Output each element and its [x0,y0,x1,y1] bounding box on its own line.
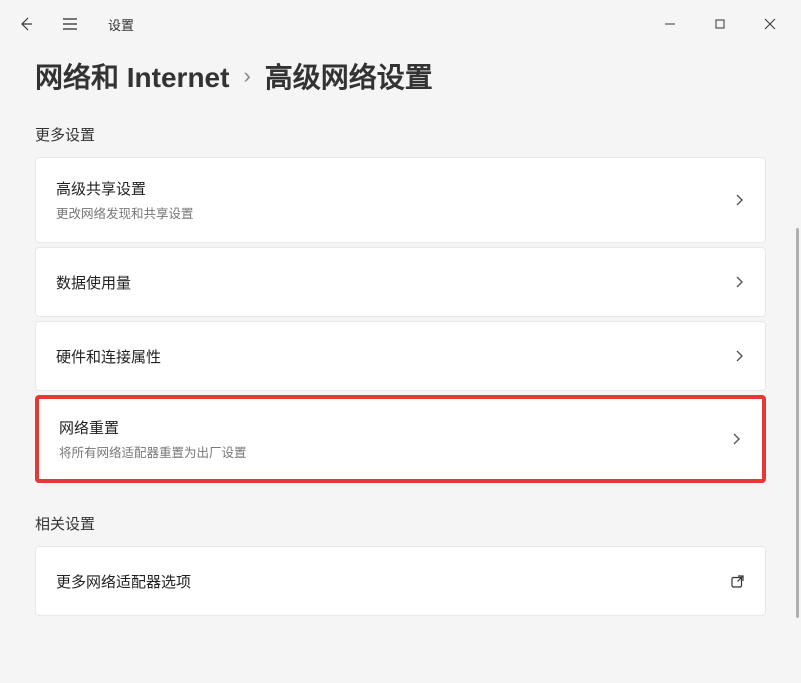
hamburger-icon [62,17,78,31]
chevron-right-icon [730,432,742,446]
scrollbar[interactable] [793,48,799,681]
titlebar-left: 设置 [8,6,134,42]
section-header-related-settings: 相关设置 [35,513,766,534]
more-settings-list: 高级共享设置 更改网络发现和共享设置 数据使用量 硬件和连接属性 [35,157,766,483]
minimize-button[interactable] [647,8,693,40]
maximize-icon [714,18,726,30]
window-controls [647,8,793,40]
close-icon [764,18,776,30]
titlebar: 设置 [0,0,801,48]
minimize-icon [664,18,676,30]
breadcrumb: 网络和 Internet › 高级网络设置 [35,56,766,96]
settings-item-data-usage[interactable]: 数据使用量 [35,247,766,317]
breadcrumb-parent[interactable]: 网络和 Internet [35,56,229,96]
item-text: 数据使用量 [56,272,131,293]
item-title: 网络重置 [59,417,247,438]
menu-button[interactable] [52,6,88,42]
item-title: 更多网络适配器选项 [56,571,191,592]
chevron-right-icon [733,349,745,363]
item-text: 高级共享设置 更改网络发现和共享设置 [56,178,194,222]
back-button[interactable] [8,6,44,42]
external-link-icon [730,574,745,589]
settings-item-advanced-sharing[interactable]: 高级共享设置 更改网络发现和共享设置 [35,157,766,243]
item-desc: 将所有网络适配器重置为出厂设置 [59,442,247,461]
settings-item-network-reset[interactable]: 网络重置 将所有网络适配器重置为出厂设置 [35,395,766,483]
settings-item-more-adapters[interactable]: 更多网络适配器选项 [35,546,766,616]
chevron-right-icon [733,275,745,289]
item-text: 硬件和连接属性 [56,346,161,367]
item-text: 网络重置 将所有网络适配器重置为出厂设置 [59,417,247,461]
item-desc: 更改网络发现和共享设置 [56,203,194,222]
scrollbar-thumb[interactable] [796,228,799,618]
related-settings-list: 更多网络适配器选项 [35,546,766,616]
item-title: 硬件和连接属性 [56,346,161,367]
chevron-right-icon: › [243,63,250,89]
section-header-more-settings: 更多设置 [35,124,766,145]
close-button[interactable] [747,8,793,40]
arrow-left-icon [18,16,34,32]
content-area: 网络和 Internet › 高级网络设置 更多设置 高级共享设置 更改网络发现… [0,56,801,616]
settings-item-hardware-properties[interactable]: 硬件和连接属性 [35,321,766,391]
breadcrumb-current: 高级网络设置 [265,56,433,96]
maximize-button[interactable] [697,8,743,40]
chevron-right-icon [733,193,745,207]
item-title: 数据使用量 [56,272,131,293]
item-text: 更多网络适配器选项 [56,571,191,592]
item-title: 高级共享设置 [56,178,194,199]
window-title: 设置 [108,15,134,34]
